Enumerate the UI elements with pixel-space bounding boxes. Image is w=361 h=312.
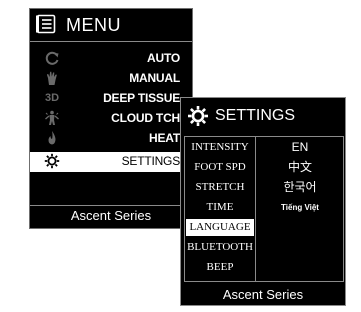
settings-options-panel: INTENSITY FOOT SPD STRETCH TIME LANGUAGE… [184, 136, 344, 282]
menu-footer: Ascent Series [70, 208, 152, 223]
language-option-korean[interactable]: 한국어 [257, 179, 343, 196]
list-icon [36, 14, 56, 34]
cycle-icon [44, 50, 60, 66]
menu-item-label: MANUAL [129, 71, 180, 85]
menu-item-settings[interactable]: SETTINGS [30, 152, 192, 172]
settings-header: SETTINGS [181, 98, 345, 134]
menu-screen: MENU AUTO MANUAL 3D DEEP TISSUE CLOUD TC… [29, 8, 193, 229]
menu-item-label: HEAT [149, 131, 180, 145]
3d-icon: 3D [44, 92, 60, 104]
settings-option-bluetooth[interactable]: BLUETOOTH [186, 239, 254, 256]
gear-icon [44, 153, 60, 169]
column-divider [255, 137, 256, 281]
menu-item-auto[interactable]: AUTO [30, 49, 192, 69]
body-massage-icon [44, 110, 60, 126]
flame-icon [44, 130, 60, 146]
settings-footer: Ascent Series [222, 287, 304, 302]
settings-option-intensity[interactable]: INTENSITY [186, 139, 254, 156]
menu-header: MENU [30, 9, 192, 42]
menu-item-label: AUTO [147, 51, 180, 65]
menu-item-label: SETTINGS [121, 154, 181, 168]
menu-footer-divider [30, 205, 192, 206]
settings-option-foot-spd[interactable]: FOOT SPD [186, 159, 254, 176]
menu-item-label: DEEP TISSUE [103, 91, 180, 105]
menu-item-manual[interactable]: MANUAL [30, 69, 192, 89]
settings-option-language[interactable]: LANGUAGE [186, 219, 254, 236]
menu-item-deep-tissue[interactable]: 3D DEEP TISSUE [30, 89, 192, 109]
language-option-chinese[interactable]: 中文 [257, 159, 343, 176]
language-option-vietnamese[interactable]: Tiếng Việt [257, 199, 343, 216]
menu-item-cloud-tch[interactable]: CLOUD TCH [30, 109, 192, 129]
settings-option-time[interactable]: TIME [186, 199, 254, 216]
settings-option-stretch[interactable]: STRETCH [186, 179, 254, 196]
settings-option-beep[interactable]: BEEP [186, 259, 254, 276]
language-option-en[interactable]: EN [257, 139, 343, 156]
menu-item-heat[interactable]: HEAT [30, 129, 192, 149]
settings-screen: SETTINGS INTENSITY FOOT SPD STRETCH TIME… [180, 97, 346, 306]
gear-icon [188, 106, 208, 126]
menu-item-label: CLOUD TCH [111, 111, 180, 125]
settings-title: SETTINGS [215, 107, 296, 124]
hand-icon [44, 70, 60, 86]
menu-title: MENU [66, 15, 121, 35]
